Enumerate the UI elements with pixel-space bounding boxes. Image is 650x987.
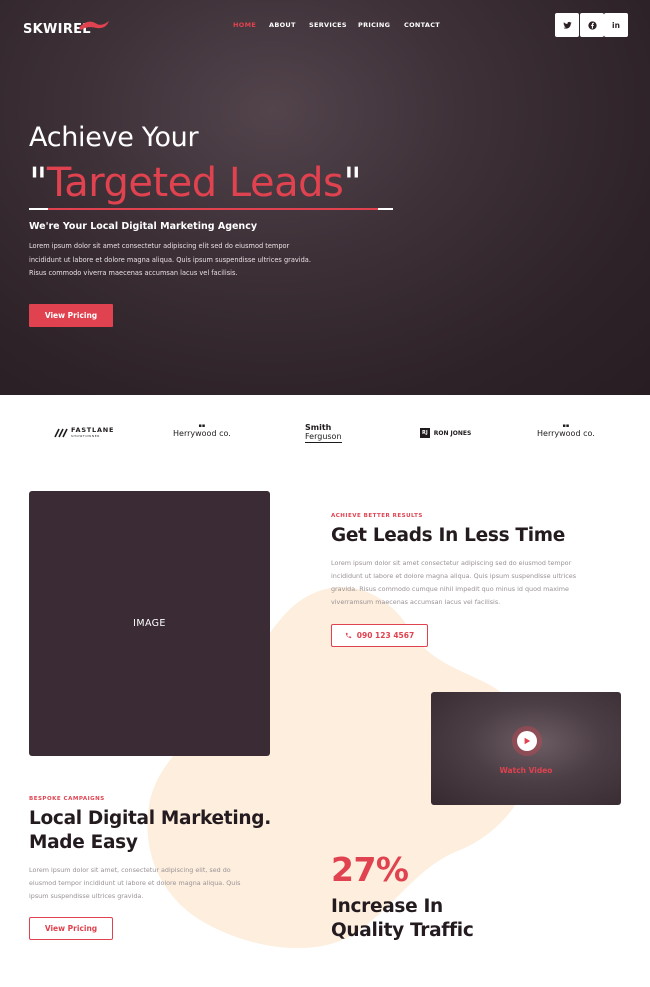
nav-pricing[interactable]: PRICING: [358, 21, 390, 29]
leads-body-line: Lorem ipsum dolor sit amet consectetur a…: [331, 559, 572, 567]
brand-herrywood-name-2: Herrywood co.: [537, 429, 595, 438]
hero-title-accent: Targeted Leads: [46, 160, 344, 206]
hero-title-line1: Achieve Your: [29, 122, 199, 153]
leads-body-line: incididunt ut labore et dolore magna ali…: [331, 572, 577, 580]
hero-body-line: incididunt ut labore et dolore magna ali…: [29, 255, 311, 264]
bespoke-heading-line: Made Easy: [29, 832, 138, 853]
site-logo[interactable]: SKWIREL: [23, 18, 113, 42]
view-pricing-button[interactable]: View Pricing: [29, 304, 113, 327]
leads-heading: Get Leads In Less Time: [331, 525, 566, 546]
nav-contact[interactable]: CONTACT: [404, 21, 440, 29]
play-icon: [524, 737, 531, 745]
linkedin-icon: in: [612, 20, 620, 30]
brand-logo-ron-jones: RJ RON JONES: [420, 421, 471, 445]
squirrel-logo-icon: [79, 21, 109, 30]
twitter-button[interactable]: [555, 13, 579, 37]
quote-close: ": [343, 160, 362, 206]
stat-label-line: Increase In: [331, 896, 443, 917]
bespoke-body-line: Lorem ipsum dolor sit amet, consectetur …: [29, 866, 231, 874]
twitter-icon: [562, 21, 572, 29]
stat-number: 27%: [331, 850, 409, 889]
phone-number: 090 123 4567: [356, 631, 415, 640]
brand-logo-herrywood-2: ▪▪ Herrywood co.: [537, 423, 595, 447]
stat-label: Increase In Quality Traffic: [331, 895, 474, 943]
quote-open: ": [29, 160, 47, 206]
phone-icon: [345, 632, 351, 639]
nav-about[interactable]: ABOUT: [269, 21, 296, 29]
facebook-icon: [587, 20, 597, 30]
watch-video-label[interactable]: Watch Video: [431, 766, 621, 775]
bespoke-kicker: BESPOKE CAMPAIGNS: [29, 796, 105, 802]
brand-logo-smith-ferguson: Smith Ferguson: [305, 423, 342, 447]
hero-underline-accent: [48, 208, 378, 210]
brand-ferguson: Ferguson: [305, 432, 342, 443]
brand-herrywood-name: Herrywood co.: [173, 429, 231, 438]
leads-kicker: ACHIEVE BETTER RESULTS: [331, 513, 423, 519]
brand-logo-herrywood-1: ▪▪ Herrywood co.: [173, 423, 231, 447]
nav-home[interactable]: HOME: [233, 21, 256, 29]
play-button[interactable]: [512, 726, 542, 756]
linkedin-button[interactable]: in: [604, 13, 628, 37]
hero-title-line2: "Targeted Leads": [29, 160, 362, 206]
bespoke-body: Lorem ipsum dolor sit amet, consectetur …: [29, 864, 289, 903]
bespoke-view-pricing-button[interactable]: View Pricing: [29, 917, 113, 940]
bespoke-body-line: ipsum suspendisse ultrices gravida.: [29, 892, 144, 900]
brand-logo-fastlane: FASTLANE SHOWTOWNER: [54, 421, 114, 445]
play-button-inner: [517, 731, 537, 751]
hero-body-line: Risus commodo viverra maecenas accumsan …: [29, 269, 238, 277]
video-card[interactable]: Watch Video: [431, 692, 621, 805]
bespoke-heading: Local Digital Marketing. Made Easy: [29, 807, 271, 855]
bespoke-cta-label: View Pricing: [44, 924, 98, 933]
facebook-button[interactable]: [580, 13, 604, 37]
leads-body: Lorem ipsum dolor sit amet consectetur a…: [331, 557, 611, 609]
hero-subtitle: We're Your Local Digital Marketing Agenc…: [29, 221, 258, 232]
phone-button[interactable]: 090 123 4567: [331, 624, 428, 647]
brand-ron-jones-name: RON JONES: [433, 429, 472, 437]
image-placeholder: IMAGE: [29, 491, 270, 756]
fastlane-icon: [54, 428, 68, 438]
bespoke-heading-line: Local Digital Marketing.: [29, 808, 271, 829]
hero-section: SKWIREL HOME ABOUT SERVICES PRICING CONT…: [0, 0, 650, 395]
hero-body-line: Lorem ipsum dolor sit amet consectetur a…: [29, 242, 290, 250]
ron-jones-mark: RJ: [420, 428, 430, 438]
image-label: IMAGE: [133, 618, 166, 629]
leads-body-line: viverramsum maecenas accumsan lacus vel …: [331, 598, 501, 606]
stat-label-line: Quality Traffic: [331, 920, 474, 941]
brand-smith: Smith: [305, 423, 332, 432]
hero-body: Lorem ipsum dolor sit amet consectetur a…: [29, 240, 339, 281]
leads-body-line: gravida. Risus commodo cumque nihil impe…: [331, 585, 569, 593]
bespoke-body-line: eiusmod tempor incididunt ut labore et d…: [29, 879, 241, 887]
nav-services[interactable]: SERVICES: [309, 21, 347, 29]
